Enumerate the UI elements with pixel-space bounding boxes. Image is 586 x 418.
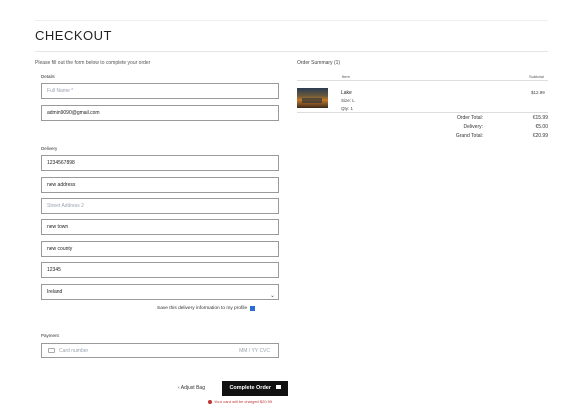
item-divider bbox=[297, 112, 548, 113]
grand-total-label: Grand Total: bbox=[455, 133, 483, 139]
warning-icon bbox=[208, 399, 212, 404]
county-field[interactable]: new county bbox=[41, 241, 279, 257]
email-field[interactable]: admin9090@gmail.com bbox=[41, 105, 279, 121]
charge-notice: Your card will be charged $20.99 bbox=[208, 399, 272, 404]
checkbox-checked-icon[interactable] bbox=[250, 306, 256, 311]
complete-order-button[interactable]: Complete Order bbox=[222, 381, 288, 396]
product-size: Size: L bbox=[341, 98, 355, 103]
payment-label: Payment bbox=[41, 333, 59, 338]
product-thumbnail bbox=[297, 88, 328, 108]
details-label: Details bbox=[41, 74, 55, 79]
country-select-value: Ireland bbox=[47, 289, 63, 295]
top-divider bbox=[35, 20, 548, 21]
postcode-field[interactable]: 12345 bbox=[41, 262, 279, 278]
delivery-label: Delivery bbox=[41, 146, 58, 151]
order-summary-title: Order Summary (1) bbox=[297, 60, 341, 66]
phone-field[interactable]: 1234567898 bbox=[41, 155, 279, 171]
full-name-field[interactable]: Full Name * bbox=[41, 83, 279, 99]
form-helper-text: Please fill out the form below to comple… bbox=[35, 60, 151, 66]
product-qty: Qty: 1 bbox=[341, 106, 354, 111]
delivery-label-total: Delivery: bbox=[463, 124, 483, 130]
lock-icon bbox=[275, 385, 281, 389]
card-number-placeholder: Card number bbox=[59, 348, 89, 354]
card-input[interactable]: Card number MM / YY CVC bbox=[41, 343, 279, 358]
chevron-down-icon: ⌄ bbox=[269, 293, 275, 299]
subtotal-column-header: Subtotal bbox=[529, 74, 544, 79]
save-info-row[interactable]: Save this delivery information to my pro… bbox=[157, 306, 256, 311]
summary-header-divider bbox=[297, 80, 548, 81]
town-field[interactable]: new town bbox=[41, 219, 279, 235]
page-title: CHECKOUT bbox=[35, 28, 112, 43]
order-total-value: €15.99 bbox=[532, 115, 548, 121]
item-column-header: Item bbox=[342, 74, 350, 79]
chevron-left-icon: ‹ bbox=[178, 385, 180, 391]
title-divider bbox=[35, 51, 548, 52]
grand-total-value: €20.99 bbox=[532, 133, 548, 139]
card-expiry-cvc-placeholder: MM / YY CVC bbox=[239, 348, 270, 354]
product-subtotal: $12.99 bbox=[531, 90, 545, 95]
complete-order-label: Complete Order bbox=[229, 385, 272, 391]
adjust-bag-link[interactable]: ‹ Adjust Bag bbox=[178, 385, 205, 391]
adjust-bag-label: Adjust Bag bbox=[180, 385, 205, 391]
save-info-label: Save this delivery information to my pro… bbox=[157, 306, 248, 311]
country-select[interactable]: Ireland ⌄ bbox=[41, 284, 279, 300]
card-icon bbox=[48, 348, 55, 353]
street-address-2-field[interactable]: Street Address 2 bbox=[41, 198, 279, 214]
product-name: Lake bbox=[341, 90, 352, 96]
order-total-label: Order Total: bbox=[456, 115, 483, 121]
street-address-1-field[interactable]: new address bbox=[41, 177, 279, 193]
delivery-value: €5.00 bbox=[535, 124, 548, 130]
charge-notice-text: Your card will be charged $20.99 bbox=[214, 399, 273, 404]
